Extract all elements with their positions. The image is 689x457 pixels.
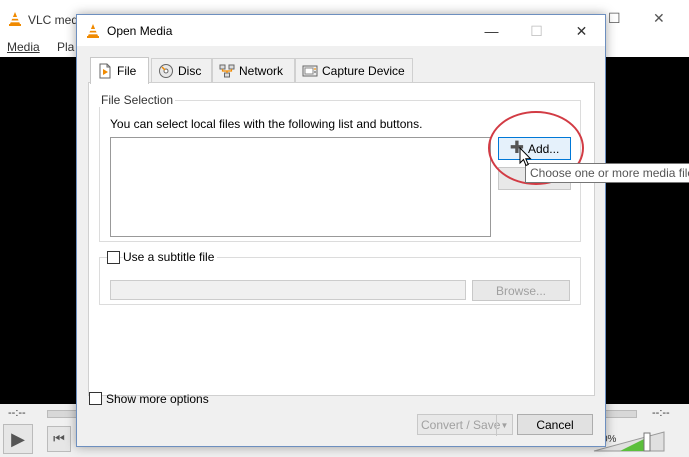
vlc-cone-icon	[87, 24, 99, 38]
add-button[interactable]: ✚ Add...	[498, 137, 571, 160]
tab-capture-device-label: Capture Device	[322, 63, 405, 78]
play-button[interactable]: ▶	[3, 424, 33, 454]
remaining-time: --:--	[652, 407, 670, 419]
use-subtitle-checkbox[interactable]	[107, 251, 120, 264]
show-more-options-checkbox[interactable]	[89, 392, 102, 405]
dialog-titlebar: Open Media — ☐ ✕	[77, 15, 605, 46]
use-subtitle-label: Use a subtitle file	[123, 250, 218, 264]
file-selection-legend: File Selection	[99, 93, 176, 107]
tab-file-label: File	[117, 64, 137, 78]
network-icon	[219, 64, 235, 77]
cancel-button[interactable]: Cancel	[517, 414, 593, 435]
subtitle-group: Use a subtitle file Browse...	[99, 250, 581, 305]
vlc-close-icon[interactable]: ✕	[653, 10, 665, 27]
subtitle-file-field	[110, 280, 466, 300]
close-button[interactable]: ✕	[559, 19, 604, 43]
tab-file[interactable]: File	[90, 57, 149, 84]
maximize-icon: ☐	[530, 22, 543, 39]
maximize-button: ☐	[514, 19, 559, 43]
tab-disc-label: Disc	[178, 63, 202, 78]
tab-disc[interactable]: Disc	[151, 58, 212, 82]
show-more-options-label: Show more options	[106, 392, 209, 406]
minimize-icon: —	[484, 23, 499, 39]
file-selection-group: File Selection You can select local file…	[99, 93, 581, 242]
add-tooltip: Choose one or more media file	[525, 163, 689, 183]
chevron-down-icon: ▼	[496, 415, 512, 436]
elapsed-time: --:--	[8, 407, 26, 419]
open-media-dialog: Open Media — ☐ ✕ File Disc Network Captu…	[76, 14, 606, 447]
play-icon: ▶	[11, 428, 25, 449]
vlc-cone-icon	[9, 12, 21, 26]
mouse-pointer-icon	[519, 147, 532, 167]
file-selection-instruction: You can select local files with the foll…	[110, 117, 423, 131]
previous-icon: ⏮	[53, 431, 65, 446]
tab-network-label: Network	[239, 63, 284, 78]
convert-save-button: Convert / Save ▼	[417, 414, 513, 436]
file-icon	[99, 63, 111, 79]
close-icon: ✕	[575, 22, 588, 39]
dialog-title: Open Media	[107, 24, 173, 38]
vlc-maximize-icon[interactable]: ☐	[608, 10, 621, 27]
tab-network[interactable]: Network	[212, 58, 295, 82]
capture-device-icon	[302, 65, 318, 76]
browse-button: Browse...	[472, 280, 570, 301]
file-list[interactable]	[110, 137, 491, 237]
file-tab-panel: File Selection You can select local file…	[88, 82, 595, 396]
minimize-button[interactable]: —	[469, 19, 514, 43]
tab-capture-device[interactable]: Capture Device	[295, 58, 413, 82]
disc-icon	[159, 63, 173, 78]
previous-button[interactable]: ⏮	[47, 426, 71, 452]
vlc-window-title: VLC med	[28, 13, 79, 27]
menu-playback[interactable]: Pla	[57, 40, 74, 54]
convert-save-label: Convert / Save	[421, 417, 501, 432]
menu-media[interactable]: Media	[7, 40, 40, 54]
